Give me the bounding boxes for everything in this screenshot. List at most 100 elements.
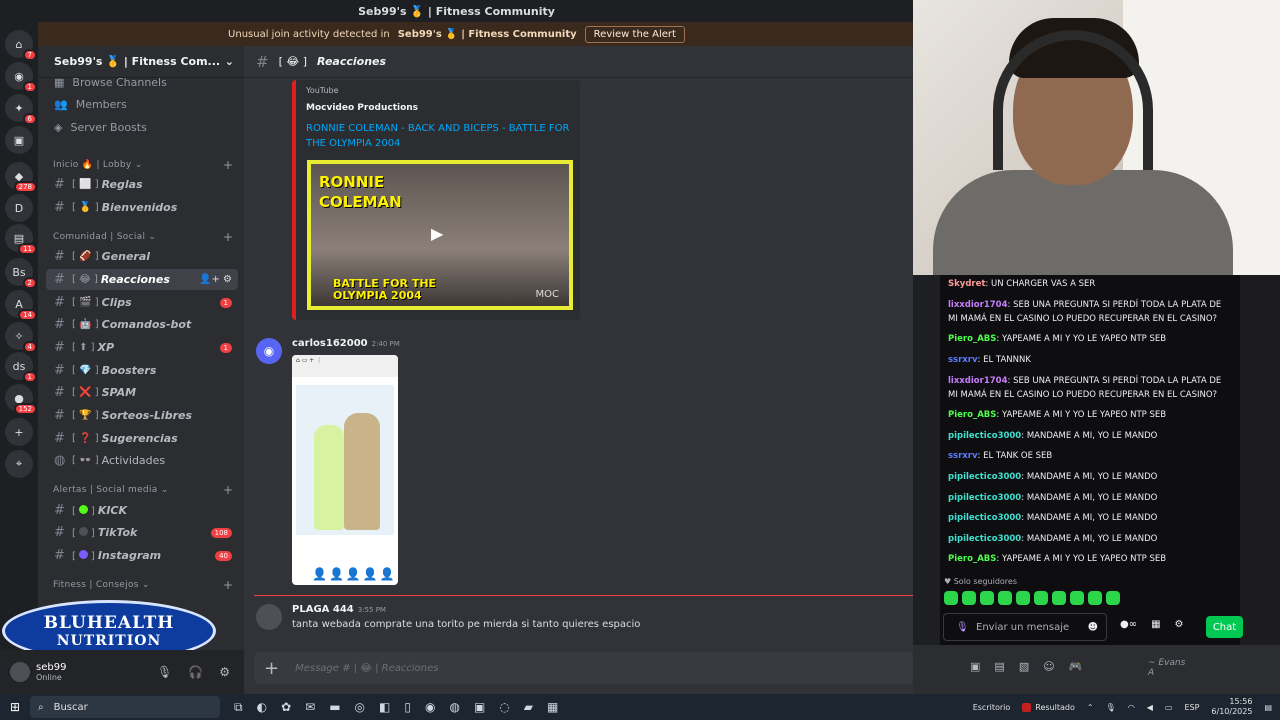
channel-boosters[interactable]: # [ 💎 ] Boosters xyxy=(46,360,238,381)
add-channel-icon[interactable]: + xyxy=(223,158,233,172)
file-icon[interactable]: ▯ xyxy=(404,700,411,715)
windows-start-icon[interactable]: ⊞ xyxy=(0,700,30,714)
channel-spam[interactable]: # [ ❌ ] SPAM xyxy=(46,382,238,403)
server-icon[interactable]: ◆ 278 xyxy=(5,162,37,193)
server-icon[interactable]: ● 152 xyxy=(5,384,37,415)
outlook-icon[interactable]: ✉ xyxy=(305,700,315,715)
gear-icon[interactable]: ⚙ xyxy=(1175,619,1184,630)
server-icon[interactable]: ✦ 6 xyxy=(5,94,37,125)
microphone-icon[interactable]: 🎙 xyxy=(157,665,172,679)
channel-sugerencias[interactable]: # [ ❓ ] Sugerencias xyxy=(46,428,238,449)
emote-icon[interactable] xyxy=(998,591,1012,605)
category-inicio[interactable]: Inicio 🔥 | Lobby ⌄ + xyxy=(53,157,233,173)
obs-icon[interactable]: ◌ xyxy=(499,700,509,715)
members-link[interactable]: 👥 Members xyxy=(54,94,127,114)
chat-username[interactable]: Piero_ABS xyxy=(948,410,996,420)
mic-icon[interactable]: 🎙 xyxy=(956,622,969,633)
emote-icon[interactable] xyxy=(980,591,994,605)
chat-username[interactable]: lixxdior1704 xyxy=(948,376,1007,386)
emote-icon[interactable] xyxy=(1106,591,1120,605)
powerpoint-icon[interactable]: ◧ xyxy=(379,700,390,715)
chat-username[interactable]: ssrxrv xyxy=(948,451,978,461)
gift-icon[interactable]: ▣ xyxy=(970,660,980,673)
result-indicator[interactable]: Resultado xyxy=(1022,702,1075,712)
server-icon[interactable]: ▤ 11 xyxy=(5,224,37,255)
member-peek[interactable]: ~ Evans A xyxy=(1148,658,1185,678)
avatar[interactable] xyxy=(10,662,30,682)
channel-reglas[interactable]: # [ ⬜ ] Reglas xyxy=(46,174,238,195)
edge-icon[interactable]: ◐ xyxy=(257,700,267,715)
chat-send-button[interactable]: Chat xyxy=(1206,616,1243,638)
language-indicator[interactable]: ESP xyxy=(1184,703,1199,712)
add-attachment-icon[interactable]: + xyxy=(264,658,279,679)
emote-icon[interactable] xyxy=(962,591,976,605)
channel-reacciones[interactable]: # [ 😂 ] Reacciones 👤+ ⚙ xyxy=(46,269,238,290)
emote-icon[interactable] xyxy=(944,591,958,605)
server-icon[interactable]: + xyxy=(5,418,33,446)
chrome-icon[interactable]: ◎ xyxy=(355,700,365,715)
chat-username[interactable]: Skydret xyxy=(948,279,985,289)
app-icon[interactable]: ▣ xyxy=(474,700,485,715)
chat-username[interactable]: lixxdior1704 xyxy=(948,300,1007,310)
wifi-icon[interactable]: ◠ xyxy=(1128,703,1135,712)
server-icon[interactable]: ▣ xyxy=(5,126,33,154)
stream-chat-input[interactable]: 🎙 Enviar un mensaje ☻ xyxy=(943,613,1107,641)
category-comunidad[interactable]: Comunidad | Social ⌄ + xyxy=(53,229,233,245)
review-alert-button[interactable]: Review the Alert xyxy=(584,25,685,43)
copilot-icon[interactable]: ✿ xyxy=(281,700,291,715)
channel-tiktok[interactable]: # [] TikTok 108 xyxy=(46,522,238,543)
folder-icon[interactable]: ▬ xyxy=(329,700,340,715)
server-icon[interactable]: ⌂ 7 xyxy=(5,30,37,61)
video-thumbnail[interactable]: RONNIE COLEMAN ▶ BATTLE FOR THE OLYMPIA … xyxy=(307,160,573,310)
channel-instagram[interactable]: # [] Instagram 40 xyxy=(46,545,238,566)
message-author[interactable]: carlos162000 2:40 PM xyxy=(292,338,400,349)
embed-author[interactable]: Mocvideo Productions xyxy=(306,103,570,113)
channel-sorteos-libres[interactable]: # [ 🏆 ] Sorteos-Libres xyxy=(46,405,238,426)
channel-kick[interactable]: # [] KICK xyxy=(46,500,238,521)
chat-username[interactable]: pipilectico3000 xyxy=(948,431,1021,441)
server-icon[interactable]: ◉ 1 xyxy=(5,62,37,93)
emote-icon[interactable] xyxy=(1034,591,1048,605)
channel-clips[interactable]: # [ 🎬 ] Clips 1 xyxy=(46,292,238,313)
battery-icon[interactable]: ▭ xyxy=(1165,703,1173,712)
chat-username[interactable]: pipilectico3000 xyxy=(948,534,1021,544)
emoji-icon[interactable]: ☻ xyxy=(1088,622,1098,633)
channel-comandos-bot[interactable]: # [ 🤖 ] Comandos-bot xyxy=(46,314,238,335)
server-icon[interactable]: ds 1 xyxy=(5,352,37,383)
category-alertas[interactable]: Alertas | Social media ⌄ + xyxy=(53,482,233,498)
mic-icon[interactable]: 🎙 xyxy=(1106,703,1116,712)
desktop-label[interactable]: Escritorio xyxy=(973,703,1011,712)
server-icon[interactable]: D xyxy=(5,194,33,222)
category-fitness[interactable]: Fitness | Consejos ⌄ + xyxy=(53,577,233,593)
channel-bienvenidos[interactable]: # [ 🥇 ] Bienvenidos xyxy=(46,197,238,218)
channel-settings-icon[interactable]: 👤+ ⚙ xyxy=(199,274,232,285)
chat-username[interactable]: pipilectico3000 xyxy=(948,513,1021,523)
chat-username[interactable]: Piero_ABS xyxy=(948,334,996,344)
channel-xp[interactable]: # [ ⬆ ] XP 1 xyxy=(46,337,238,358)
clock[interactable]: 15:56 6/10/2025 xyxy=(1211,697,1252,717)
server-icon[interactable]: ✧ 4 xyxy=(5,322,37,353)
sticker-icon[interactable]: ▧ xyxy=(1019,660,1029,673)
chat-username[interactable]: ssrxrv xyxy=(948,355,978,365)
bits-icon[interactable]: ●∞ xyxy=(1120,619,1137,630)
notes-icon[interactable]: ▰ xyxy=(524,700,533,715)
emote-icon[interactable] xyxy=(1052,591,1066,605)
add-channel-icon[interactable]: + xyxy=(223,483,233,497)
avatar[interactable] xyxy=(256,604,282,630)
chevron-up-icon[interactable]: ⌃ xyxy=(1087,703,1094,712)
discord-icon[interactable]: ◉ xyxy=(425,700,435,715)
volume-icon[interactable]: ◀ xyxy=(1147,703,1153,712)
chat-username[interactable]: Piero_ABS xyxy=(948,554,996,564)
chat-username[interactable]: pipilectico3000 xyxy=(948,493,1021,503)
emote-icon[interactable] xyxy=(1070,591,1084,605)
spotify-icon[interactable]: ◍ xyxy=(449,700,459,715)
gear-icon[interactable]: ⚙ xyxy=(219,665,230,679)
chat-username[interactable]: pipilectico3000 xyxy=(948,472,1021,482)
browse-channels-link[interactable]: ▦ Browse Channels xyxy=(54,72,167,92)
gift-icon[interactable]: ▦ xyxy=(1151,619,1160,630)
image-attachment[interactable]: ⌂ ▭ + ⋮ 👤👤👤👤👤 xyxy=(292,355,398,585)
embed-title-link[interactable]: RONNIE COLEMAN - BACK AND BICEPS - BATTL… xyxy=(306,121,570,151)
server-icon[interactable]: Bs 2 xyxy=(5,258,37,289)
add-channel-icon[interactable]: + xyxy=(223,578,233,592)
emote-icon[interactable] xyxy=(1088,591,1102,605)
